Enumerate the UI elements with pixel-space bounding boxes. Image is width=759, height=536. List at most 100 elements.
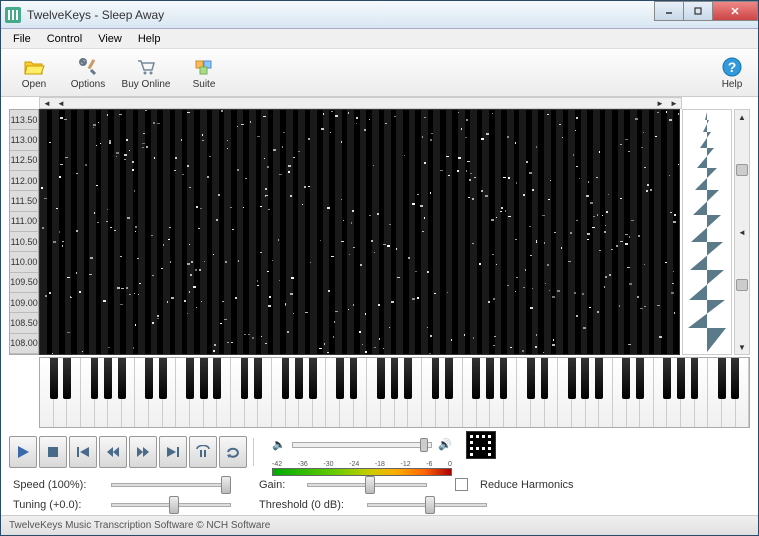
black-key[interactable] (581, 358, 589, 399)
play-button[interactable] (9, 436, 37, 468)
black-key[interactable] (663, 358, 671, 399)
skip-forward-button[interactable] (159, 436, 187, 468)
time-label: 113.50 (10, 110, 38, 130)
black-key[interactable] (445, 358, 453, 399)
tuning-slider[interactable] (111, 503, 231, 507)
gain-slider[interactable] (307, 483, 427, 487)
black-key[interactable] (50, 358, 58, 399)
scroll-up-icon[interactable]: ▲ (735, 110, 749, 124)
maximize-button[interactable] (683, 1, 713, 21)
db-label: -24 (349, 461, 359, 468)
black-key[interactable] (622, 358, 630, 399)
black-key[interactable] (241, 358, 249, 399)
open-button[interactable]: Open (7, 51, 61, 95)
menu-control[interactable]: Control (39, 31, 90, 47)
titlebar[interactable]: TwelveKeys - Sleep Away (1, 1, 758, 29)
scroll-track[interactable] (68, 98, 653, 108)
time-label: 112.00 (10, 171, 38, 191)
scroll-track[interactable] (735, 124, 749, 225)
black-key[interactable] (336, 358, 344, 399)
minimize-button[interactable] (654, 1, 684, 21)
speed-slider[interactable] (111, 483, 231, 487)
scroll-left-icon[interactable]: ◄ (40, 98, 54, 108)
black-key[interactable] (200, 358, 208, 399)
menu-help[interactable]: Help (130, 31, 169, 47)
slider-thumb[interactable] (425, 496, 435, 514)
db-meter: -42-36-30-24-18-12-60 (272, 461, 452, 473)
black-key[interactable] (104, 358, 112, 399)
reduce-harmonics-checkbox[interactable] (455, 478, 468, 491)
tuning-label: Tuning (+0.0): (13, 499, 103, 511)
waveform-overview[interactable] (682, 109, 732, 355)
black-key[interactable] (718, 358, 726, 399)
skip-back-button[interactable] (69, 436, 97, 468)
black-key[interactable] (486, 358, 494, 399)
help-button[interactable]: ? Help (712, 51, 752, 95)
menu-file[interactable]: File (5, 31, 39, 47)
close-button[interactable] (712, 1, 758, 21)
black-key[interactable] (432, 358, 440, 399)
black-key[interactable] (568, 358, 576, 399)
scroll-center-icon[interactable]: ◄ (735, 225, 749, 239)
black-key[interactable] (186, 358, 194, 399)
black-key[interactable] (145, 358, 153, 399)
black-key[interactable] (63, 358, 71, 399)
black-key[interactable] (377, 358, 385, 399)
vertical-scrollbar[interactable]: ▲ ◄ ▼ (734, 109, 750, 355)
slider-thumb[interactable] (169, 496, 179, 514)
black-key[interactable] (350, 358, 358, 399)
scroll-left-icon[interactable]: ◄ (54, 98, 68, 108)
black-key[interactable] (731, 358, 739, 399)
app-window: TwelveKeys - Sleep Away File Control Vie… (0, 0, 759, 536)
rewind-button[interactable] (99, 436, 127, 468)
volume-slider[interactable] (292, 442, 432, 448)
stop-button[interactable] (39, 436, 67, 468)
suite-button[interactable]: Suite (177, 51, 231, 95)
black-key[interactable] (527, 358, 535, 399)
black-key[interactable] (91, 358, 99, 399)
black-key[interactable] (254, 358, 262, 399)
black-key[interactable] (404, 358, 412, 399)
menu-view[interactable]: View (90, 31, 130, 47)
spectrogram-view[interactable] (39, 109, 680, 355)
scroll-right-icon[interactable]: ► (653, 98, 667, 108)
black-key[interactable] (636, 358, 644, 399)
piano-keyboard[interactable] (39, 357, 750, 428)
slider-thumb[interactable] (221, 476, 231, 494)
slider-thumb[interactable] (365, 476, 375, 494)
black-key[interactable] (213, 358, 221, 399)
black-key[interactable] (295, 358, 303, 399)
black-key[interactable] (472, 358, 480, 399)
db-label: -36 (298, 461, 308, 468)
scroll-down-icon[interactable]: ▼ (735, 340, 749, 354)
black-key[interactable] (309, 358, 317, 399)
options-button[interactable]: Options (61, 51, 115, 95)
scroll-thumb[interactable] (736, 279, 748, 291)
black-key[interactable] (595, 358, 603, 399)
black-key[interactable] (159, 358, 167, 399)
scroll-track[interactable] (735, 239, 749, 340)
horizontal-scrollbar-top[interactable]: ◄ ◄ ► ► (39, 97, 682, 109)
slider-thumb[interactable] (420, 438, 428, 452)
help-icon: ? (721, 56, 743, 78)
black-key[interactable] (391, 358, 399, 399)
scroll-right-icon[interactable]: ► (667, 98, 681, 108)
content-area: ◄ ◄ ► ► 113.50113.00112.50112.00111.5011… (1, 97, 758, 515)
black-key[interactable] (691, 358, 699, 399)
main-view: 113.50113.00112.50112.00111.50111.00110.… (9, 109, 750, 355)
forward-button[interactable] (129, 436, 157, 468)
black-key[interactable] (541, 358, 549, 399)
black-key[interactable] (500, 358, 508, 399)
black-key[interactable] (282, 358, 290, 399)
black-key[interactable] (118, 358, 126, 399)
buy-online-button[interactable]: Buy Online (115, 51, 177, 95)
app-icon (5, 7, 21, 23)
loop-button[interactable] (219, 436, 247, 468)
time-label: 113.00 (10, 130, 38, 150)
threshold-slider[interactable] (367, 503, 487, 507)
db-label: -42 (272, 461, 282, 468)
pause-loop-button[interactable] (189, 436, 217, 468)
black-key[interactable] (677, 358, 685, 399)
scroll-thumb[interactable] (736, 164, 748, 176)
speed-label: Speed (100%): (13, 479, 103, 491)
